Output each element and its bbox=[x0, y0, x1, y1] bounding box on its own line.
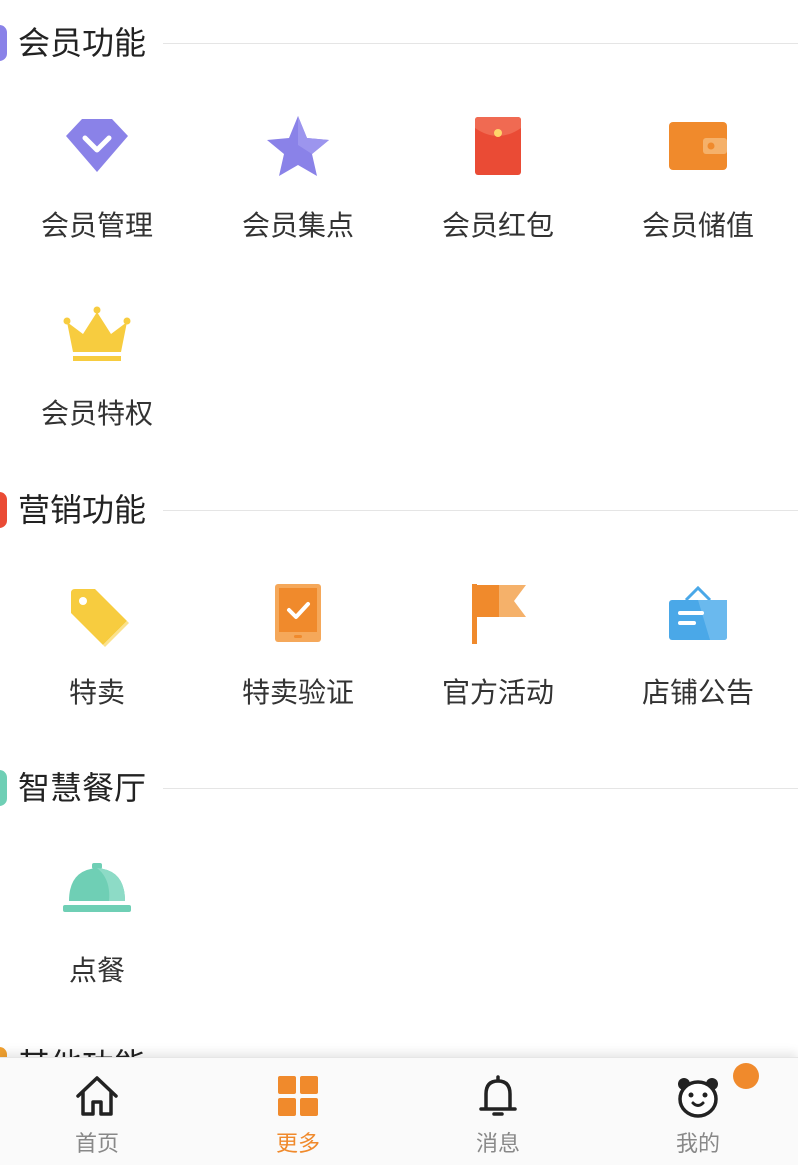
flash-sale-verify-item[interactable]: 特卖验证 bbox=[198, 575, 398, 735]
wallet-icon bbox=[669, 122, 727, 170]
bear-avatar-icon bbox=[678, 1078, 718, 1118]
member-stored-value-item[interactable]: 会员储值 bbox=[598, 108, 798, 268]
feature-list[interactable]: 会员功能 会员管理 会员集点 会员红包 会员储值 会员特权 营销功能 特卖 特卖… bbox=[0, 0, 798, 1057]
bottom-tab-bar: 首页 更多 消息 我的 bbox=[0, 1057, 798, 1165]
section-header-other: 其他功能 bbox=[0, 1040, 798, 1057]
section-marker bbox=[0, 770, 7, 806]
red-envelope-icon bbox=[475, 117, 521, 175]
section-divider bbox=[163, 788, 798, 789]
item-label: 会员特权 bbox=[40, 397, 153, 430]
price-tag-icon bbox=[71, 589, 129, 647]
member-privileges-item[interactable]: 会员特权 bbox=[0, 296, 197, 456]
item-label: 会员储值 bbox=[641, 209, 754, 242]
flag-icon bbox=[472, 584, 526, 644]
section-title: 会员功能 bbox=[18, 24, 147, 62]
tab-messages[interactable]: 消息 bbox=[398, 1058, 598, 1165]
member-points-item[interactable]: 会员集点 bbox=[198, 108, 398, 268]
member-red-envelope-item[interactable]: 会员红包 bbox=[398, 108, 598, 268]
tablet-check-icon bbox=[275, 584, 321, 642]
star-icon bbox=[267, 116, 329, 176]
section-title: 其他功能 bbox=[18, 1045, 146, 1057]
tab-label: 首页 bbox=[74, 1132, 119, 1157]
section-header-smart-restaurant: 智慧餐厅 bbox=[0, 763, 798, 813]
section-header-marketing: 营销功能 bbox=[0, 485, 798, 535]
tab-label: 更多 bbox=[275, 1132, 320, 1157]
item-label: 特卖 bbox=[68, 676, 125, 709]
tab-label: 我的 bbox=[675, 1132, 720, 1157]
notice-board-icon bbox=[669, 585, 727, 640]
item-label: 店铺公告 bbox=[641, 676, 754, 709]
tab-mine[interactable]: 我的 bbox=[598, 1058, 798, 1165]
home-icon bbox=[76, 1076, 118, 1116]
crown-icon bbox=[63, 306, 131, 361]
diamond-icon bbox=[66, 119, 128, 172]
official-activity-item[interactable]: 官方活动 bbox=[398, 575, 598, 735]
bell-icon bbox=[479, 1075, 517, 1116]
section-header-member: 会员功能 bbox=[0, 18, 798, 68]
item-label: 会员红包 bbox=[441, 209, 554, 242]
food-cloche-icon bbox=[63, 863, 131, 912]
item-label: 会员集点 bbox=[241, 209, 354, 242]
flash-sale-item[interactable]: 特卖 bbox=[0, 575, 197, 735]
tab-label: 消息 bbox=[475, 1132, 520, 1157]
tab-more[interactable]: 更多 bbox=[198, 1058, 398, 1165]
tab-home[interactable]: 首页 bbox=[0, 1058, 197, 1165]
grid-icon bbox=[278, 1076, 318, 1116]
item-label: 会员管理 bbox=[40, 209, 153, 242]
section-marker bbox=[0, 25, 7, 61]
section-divider bbox=[163, 510, 798, 511]
store-notice-item[interactable]: 店铺公告 bbox=[598, 575, 798, 735]
section-marker bbox=[0, 1047, 7, 1057]
item-label: 特卖验证 bbox=[241, 676, 354, 709]
item-label: 官方活动 bbox=[441, 676, 554, 709]
notification-badge bbox=[733, 1063, 759, 1089]
order-food-item[interactable]: 点餐 bbox=[0, 853, 197, 1013]
member-management-item[interactable]: 会员管理 bbox=[0, 108, 197, 268]
section-divider bbox=[163, 43, 798, 44]
section-marker bbox=[0, 492, 7, 528]
item-label: 点餐 bbox=[68, 954, 125, 987]
section-title: 智慧餐厅 bbox=[18, 769, 147, 807]
section-title: 营销功能 bbox=[18, 491, 147, 529]
